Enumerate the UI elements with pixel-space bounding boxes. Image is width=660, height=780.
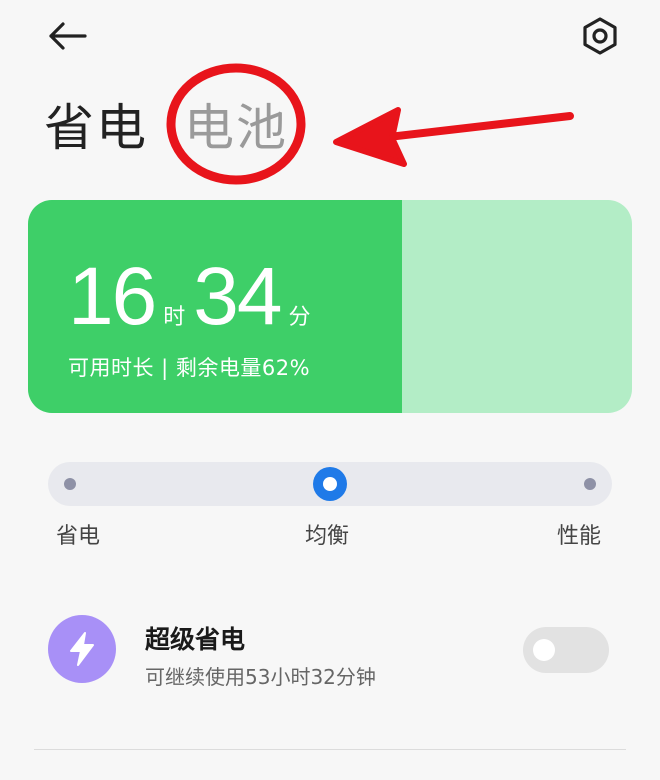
minutes-value: 34 — [193, 251, 282, 342]
super-power-saving-subtitle: 可继续使用53小时32分钟 — [145, 665, 376, 689]
mode-slider-stop — [64, 478, 76, 490]
battery-card: 16 时 34 分 可用时长 | 剩余电量62% — [28, 200, 632, 413]
super-power-saving-icon-badge — [48, 615, 116, 683]
divider — [34, 749, 626, 750]
tab-power-saving[interactable]: 省电 — [44, 88, 148, 160]
mode-label-power-saving[interactable]: 省电 — [56, 518, 100, 550]
annotation-arrow-head — [333, 107, 407, 167]
hours-value: 16 — [68, 251, 157, 342]
mode-slider-knob[interactable] — [313, 467, 347, 501]
hours-unit: 时 — [163, 305, 186, 330]
lightning-bolt-icon — [70, 632, 94, 666]
tab-battery[interactable]: 电池 — [184, 88, 288, 160]
annotation-arrow-shaft — [376, 112, 574, 142]
page-title-bar: 省电 电池 — [44, 92, 288, 157]
mode-label-performance[interactable]: 性能 — [557, 518, 601, 550]
battery-subtitle: 可用时长 | 剩余电量62% — [68, 356, 311, 380]
remaining-time: 16 时 34 分 — [68, 256, 318, 338]
back-button[interactable] — [40, 14, 94, 58]
super-power-saving-toggle[interactable] — [523, 627, 609, 673]
power-mode-slider[interactable] — [48, 462, 612, 506]
mode-slider-stop — [584, 478, 596, 490]
minutes-unit: 分 — [288, 305, 311, 330]
toggle-thumb — [533, 639, 555, 661]
mode-label-balanced[interactable]: 均衡 — [305, 518, 349, 550]
super-power-saving-title: 超级省电 — [145, 625, 246, 654]
arrow-left-icon — [49, 22, 87, 50]
settings-button[interactable] — [574, 12, 626, 60]
settings-hexagon-icon — [583, 17, 617, 55]
